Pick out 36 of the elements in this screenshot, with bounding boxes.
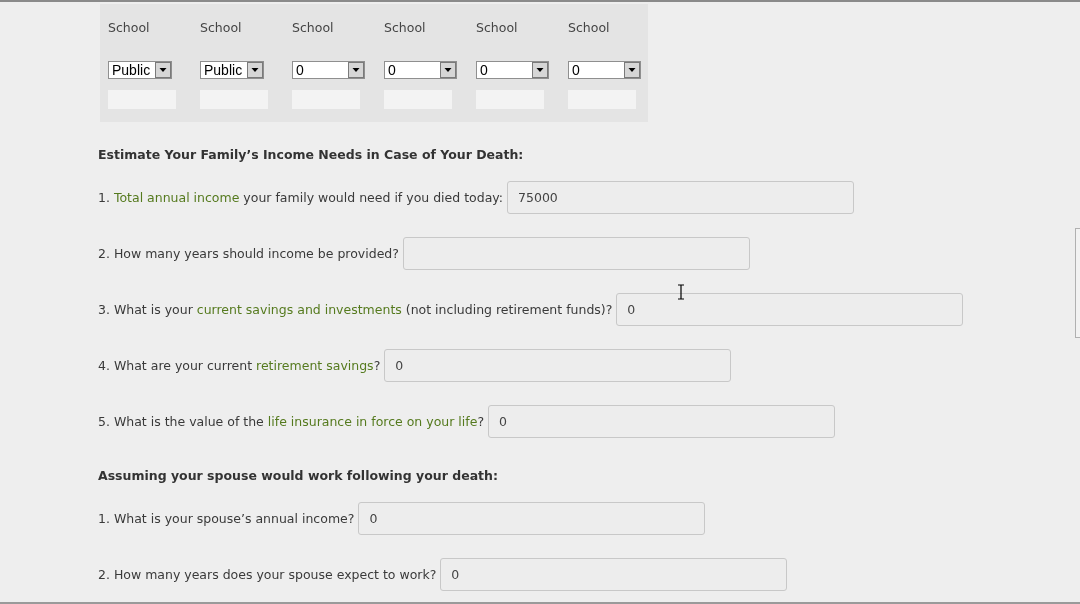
school-label: School: [108, 20, 151, 37]
school-label: School: [200, 20, 243, 37]
section-heading: Assuming your spouse would work following your death:: [98, 468, 498, 485]
input-field[interactable]: [402, 237, 750, 270]
school-select[interactable]: Public: [108, 61, 172, 79]
question-text: 1. What is your spouse’s annual income?: [98, 511, 355, 526]
question-text: 1. Total annual income your family would need if you died today:: [98, 190, 504, 205]
caret-icon: [532, 62, 548, 78]
school-label: School: [568, 20, 611, 37]
section-heading: Estimate Your Family’s Income Needs in Case of Your Death:: [98, 147, 524, 164]
input-field[interactable]: 0: [616, 293, 964, 326]
question-text: 2. How many years does your spouse expect to work?: [98, 567, 437, 582]
school-select[interactable]: 0: [384, 61, 457, 79]
input-field[interactable]: 0: [440, 558, 788, 591]
caret-icon: [348, 62, 364, 78]
caret-icon: [155, 62, 171, 78]
question-text: 3. What is your current savings and investments (not including retirement funds)?: [98, 302, 613, 317]
input-field[interactable]: 0: [384, 349, 732, 382]
input-field[interactable]: 0: [358, 502, 706, 535]
question-text: 5. What is the value of the life insurance in force on your life?: [98, 414, 484, 429]
school-select[interactable]: 0: [568, 61, 641, 79]
input-field[interactable]: 0: [488, 405, 835, 438]
question-text: 2. How many years should income be provided?: [98, 246, 399, 261]
question-text: 4. What are your current retirement savings?: [98, 358, 381, 373]
school-select[interactable]: Public: [200, 61, 264, 79]
caret-icon: [247, 62, 263, 78]
text-cursor-icon: [677, 284, 685, 300]
school-select[interactable]: 0: [476, 61, 549, 79]
school-label: School: [476, 20, 519, 37]
school-label: School: [292, 20, 335, 37]
scrollbar-thumb[interactable]: [1075, 228, 1080, 338]
school-label: School: [384, 20, 427, 37]
caret-icon: [440, 62, 456, 78]
caret-icon: [624, 62, 640, 78]
school-select[interactable]: 0: [292, 61, 365, 79]
input-field[interactable]: 75000: [507, 181, 855, 214]
